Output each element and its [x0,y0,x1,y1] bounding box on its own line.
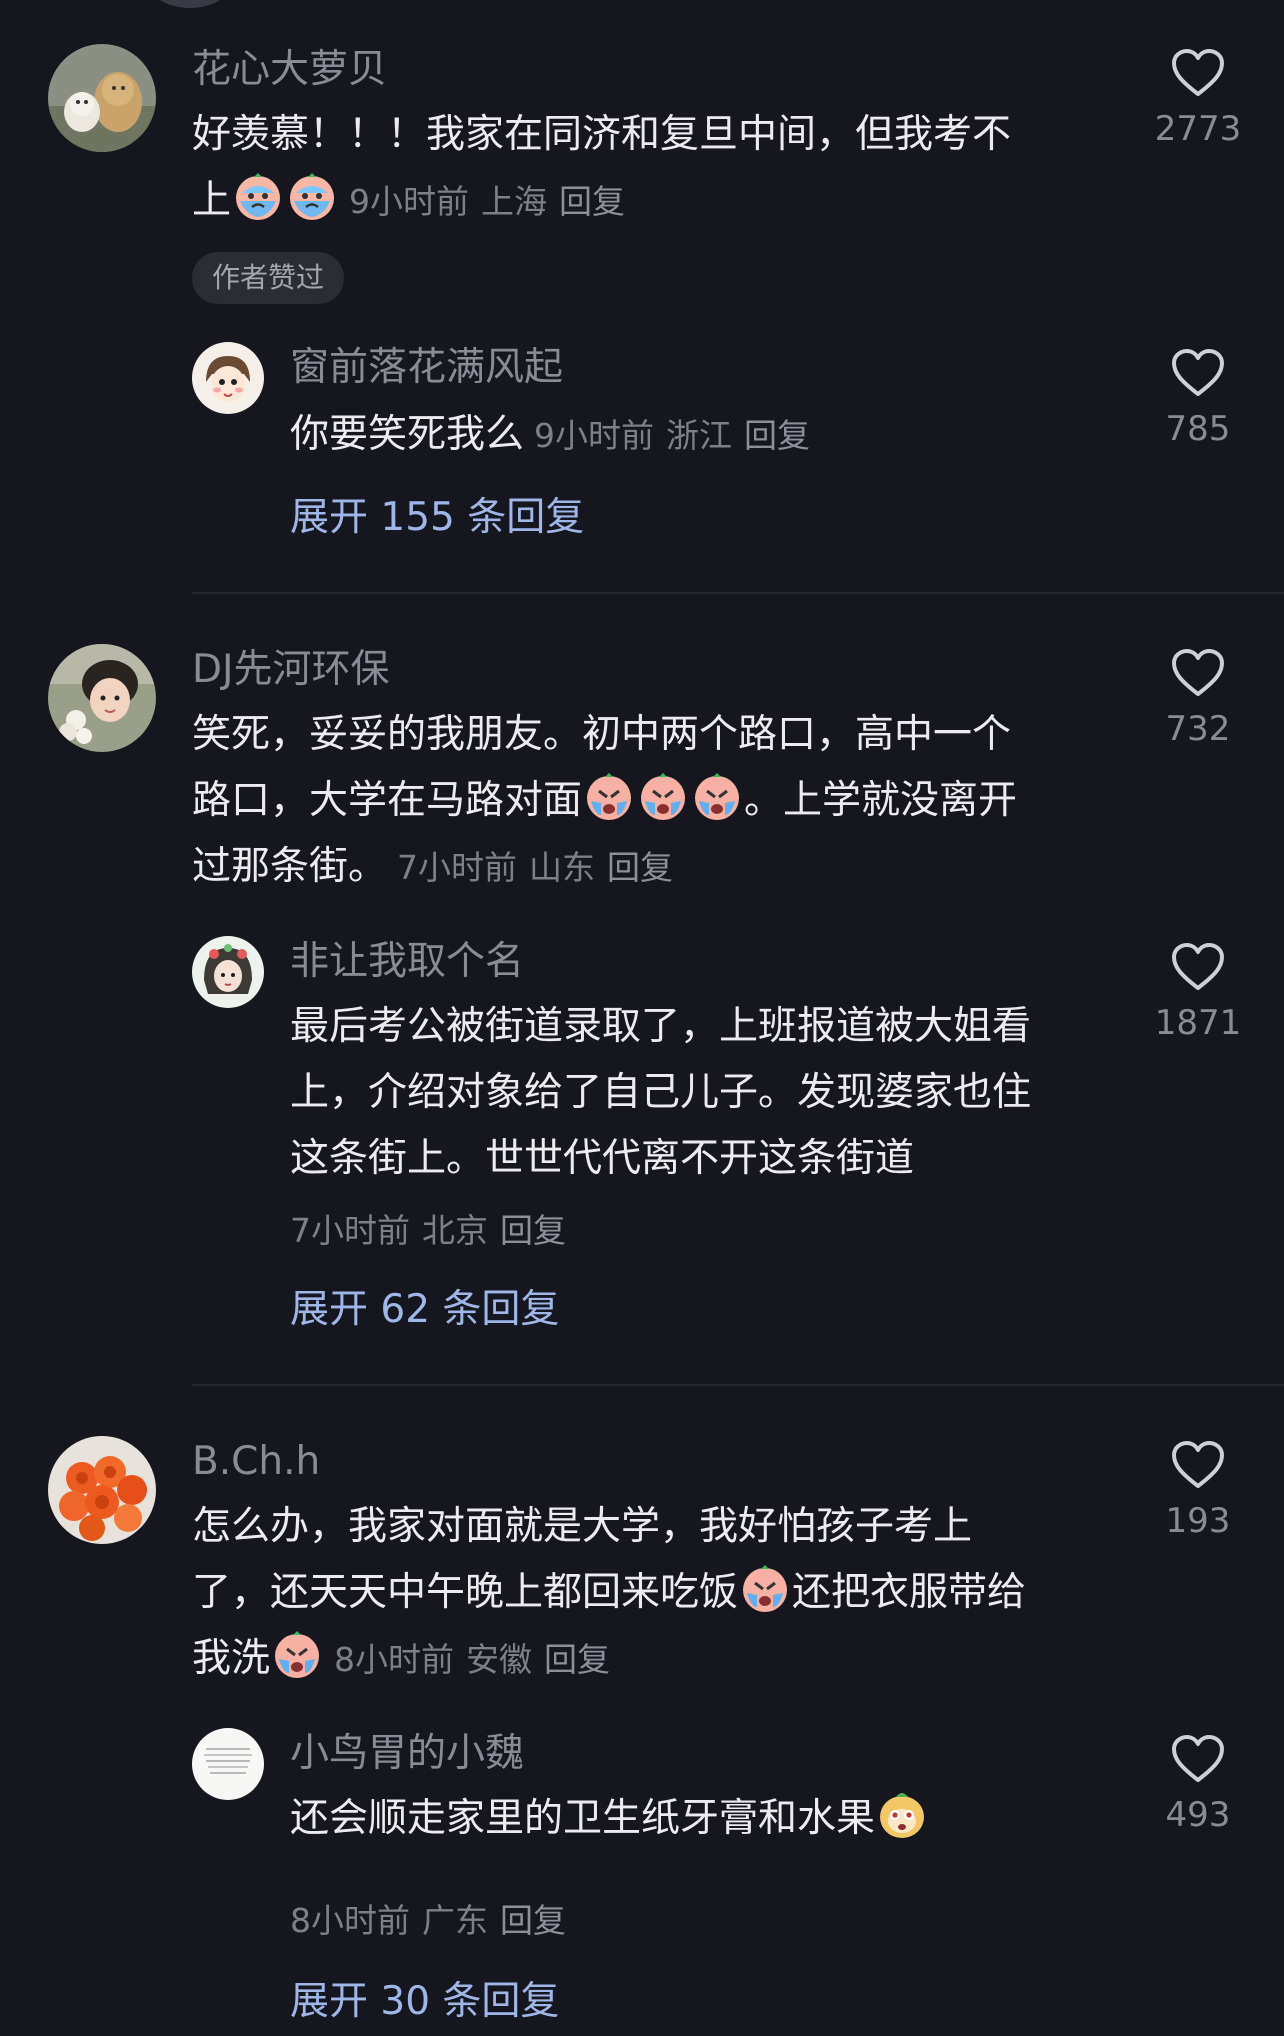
avatar-text-note-image [192,1728,264,1800]
reply-text: 你要笑死我么 9小时前 浙江 回复 [290,402,1110,469]
comment-text-line: 路口，大学在马路对面 。上学就没离开 [192,768,1112,834]
username[interactable]: DJ先河环保 [192,650,390,689]
avatar-cartoon-girl-image [192,342,264,414]
previous-avatar-sliver [150,0,230,8]
timestamp: 7小时前 [397,848,518,887]
location: 安徽 [466,1640,533,1679]
reply-text-line: 你要笑死我么 9小时前 浙江 回复 [290,412,811,457]
like-button[interactable]: 193 [1138,1440,1258,1538]
reply-avatar[interactable] [192,342,264,414]
heart-icon [1172,1441,1224,1488]
avatar[interactable] [48,1436,156,1544]
like-button[interactable]: 2773 [1138,48,1258,146]
avatar-child-image [48,644,156,752]
like-count: 2773 [1154,109,1242,149]
like-count: 493 [1165,1795,1231,1835]
reply-text-line: 最后考公被街道录取了，上班报道被大姐看 [290,1004,1032,1049]
comment-text-line: 了，还天天中午晚上都回来吃饭 还把衣服带给 [192,1560,1112,1626]
heart-icon [1172,943,1224,990]
reply-text-line: 上，介绍对象给了自己儿子。发现婆家也住 [290,1070,1032,1115]
reply-avatar[interactable] [192,1728,264,1800]
reply-like-button[interactable]: 785 [1138,348,1258,446]
avatar-illustrated-woman-image [192,936,264,1008]
expand-replies-link[interactable]: 展开 30 条回复 [290,1982,559,2021]
reply-button[interactable]: 回复 [544,1640,610,1679]
author-liked-badge: 作者赞过 [192,252,345,304]
like-count: 193 [1165,1501,1231,1541]
crying-emoji-icon [275,1631,320,1678]
timestamp: 8小时前 [290,1901,410,1940]
reply-username[interactable]: 非让我取个名 [290,942,524,981]
comment-text-line: 笑死，妥妥的我朋友。初中两个路口，高中一个 [192,712,1012,757]
location: 山东 [529,848,596,887]
sweating-emoji-icon [236,173,281,220]
username[interactable]: 花心大萝贝 [192,50,387,89]
heart-icon [1172,1735,1224,1782]
reply-text: 最后考公被街道录取了，上班报道被大姐看 上，介绍对象给了自己儿子。发现婆家也住 … [290,994,1120,1192]
comment-text-line: 好羡慕！！！我家在同济和复旦中间，但我考不 [192,112,1012,157]
comment-text: 好羡慕！！！我家在同济和复旦中间，但我考不 上 9小时前 上海 回复 [192,102,1112,235]
username[interactable]: B.Ch.h [192,1442,320,1481]
comment-text-line: 上 9小时前 上海 回复 [192,168,1112,235]
heart-icon [1172,49,1224,96]
crying-emoji-icon [641,773,686,820]
location: 广东 [422,1901,488,1940]
heart-icon [1172,349,1224,396]
divider [192,1384,1284,1386]
timestamp: 7小时前 [290,1211,410,1250]
reply-meta: 8小时前 广东 回复 [290,1904,578,1937]
reply-button[interactable]: 回复 [500,1901,566,1940]
reply-like-button[interactable]: 493 [1138,1734,1258,1832]
reply-username[interactable]: 窗前落花满风起 [290,348,563,387]
expand-replies-link[interactable]: 展开 155 条回复 [290,498,584,537]
reply-button[interactable]: 回复 [559,182,625,221]
reply-avatar[interactable] [192,936,264,1008]
like-button[interactable]: 732 [1138,648,1258,746]
reply-like-button[interactable]: 1871 [1138,942,1258,1040]
comment-text-line: 过那条街。 7小时前 山东 回复 [192,844,674,889]
location: 浙江 [666,416,733,455]
avatar-roses-image [48,1436,156,1544]
comment-text: 笑死，妥妥的我朋友。初中两个路口，高中一个 路口，大学在马路对面 。上学就没离开 … [192,702,1112,901]
like-count: 785 [1165,409,1231,449]
timestamp: 9小时前 [349,182,470,221]
crying-emoji-icon [743,1565,788,1612]
like-count: 732 [1165,709,1231,749]
reply-button[interactable]: 回复 [500,1211,566,1250]
reply-text: 还会顺走家里的卫生纸牙膏和水果 [290,1786,1120,1852]
avatar-dogs-image [48,44,156,152]
comment-text-line: 怎么办，我家对面就是大学，我好怕孩子考上 [192,1504,973,1549]
timestamp: 9小时前 [534,416,655,455]
comment-text: 怎么办，我家对面就是大学，我好怕孩子考上 了，还天天中午晚上都回来吃饭 还把衣服带… [192,1494,1112,1693]
avatar[interactable] [48,44,156,152]
timestamp: 8小时前 [334,1640,455,1679]
reply-text-line: 这条街上。世世代代离不开这条街道 [290,1136,915,1181]
reply-button[interactable]: 回复 [744,416,810,455]
expand-replies-link[interactable]: 展开 62 条回复 [290,1290,559,1329]
crying-emoji-icon [587,773,632,820]
heart-icon [1172,649,1224,696]
location: 北京 [422,1211,488,1250]
divider [192,592,1284,594]
crying-emoji-icon [695,773,740,820]
comment-text-line: 我洗 8小时前 安徽 回复 [192,1626,1112,1693]
like-count: 1871 [1154,1003,1242,1043]
monkey-emoji-icon [880,1793,925,1838]
location: 上海 [481,182,548,221]
avatar[interactable] [48,644,156,752]
reply-button[interactable]: 回复 [607,848,673,887]
reply-username[interactable]: 小鸟胃的小魏 [290,1734,524,1773]
reply-text-line: 还会顺走家里的卫生纸牙膏和水果 [290,1786,1120,1852]
sweating-emoji-icon [290,173,335,220]
reply-meta: 7小时前 北京 回复 [290,1214,578,1247]
